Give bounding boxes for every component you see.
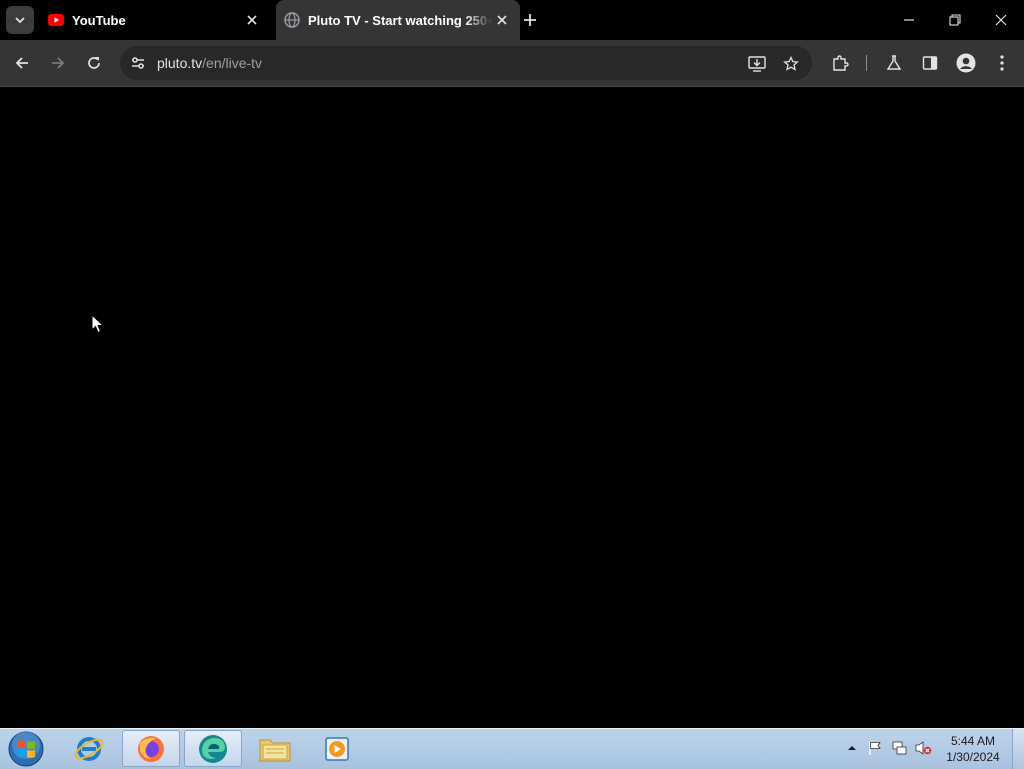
minimize-icon: [904, 19, 914, 21]
tab-search-button[interactable]: [6, 6, 34, 34]
flag-icon: [869, 742, 881, 755]
media-player-icon: [325, 736, 349, 761]
profile-button[interactable]: [952, 49, 980, 77]
speaker-muted-icon: [915, 741, 932, 755]
reload-button[interactable]: [80, 49, 108, 77]
plus-icon: [524, 14, 536, 26]
show-desktop-button[interactable]: [1012, 729, 1024, 769]
url-host: pluto.tv: [157, 55, 203, 71]
network-icon: [892, 741, 907, 755]
labs-button[interactable]: [880, 49, 908, 77]
file-explorer-icon: [259, 739, 291, 761]
page-content: [0, 87, 1024, 728]
clock-date: 1/30/2024: [946, 750, 1000, 764]
url-text[interactable]: pluto.tv/en/live-tv: [157, 55, 262, 71]
taskbar-clock[interactable]: 5:44 AM 1/30/2024: [934, 733, 1012, 765]
bookmark-star-icon[interactable]: [780, 53, 802, 75]
close-icon: [995, 14, 1007, 26]
tab-title: YouTube: [72, 12, 126, 28]
flask-icon: [886, 55, 902, 70]
volume-tray[interactable]: [914, 739, 932, 757]
tab-title: Pluto TV - Start watching 250+: [308, 12, 492, 28]
youtube-icon: [48, 12, 64, 28]
new-tab-button[interactable]: [518, 8, 542, 32]
arrow-left-icon: [15, 57, 28, 69]
taskbar: 5:44 AM 1/30/2024: [0, 728, 1024, 769]
address-bar[interactable]: pluto.tv/en/live-tv: [120, 46, 812, 80]
forward-button[interactable]: [44, 49, 72, 77]
taskbar-firefox[interactable]: [122, 730, 180, 767]
windows-logo-icon: [8, 731, 44, 767]
tab-strip: YouTube Pluto TV - Start watching 250+: [0, 0, 1024, 40]
edge-icon: [199, 734, 227, 763]
mouse-cursor-icon: [91, 314, 104, 334]
more-vertical-icon: [1000, 55, 1004, 71]
restore-button[interactable]: [932, 0, 978, 40]
close-tab-icon[interactable]: [492, 10, 512, 30]
install-app-icon[interactable]: [746, 53, 768, 75]
firefox-icon: [138, 735, 164, 762]
taskbar-file-explorer[interactable]: [246, 730, 304, 767]
globe-icon: [284, 12, 300, 28]
toolbar-separator: [866, 55, 867, 71]
action-center-tray[interactable]: [866, 739, 884, 757]
show-hidden-icons-button[interactable]: [843, 739, 861, 757]
restore-icon: [949, 14, 961, 26]
menu-button[interactable]: [988, 49, 1016, 77]
tab-youtube[interactable]: YouTube: [40, 0, 270, 40]
internet-explorer-icon: [74, 736, 104, 761]
taskbar-internet-explorer[interactable]: [60, 730, 118, 767]
back-button[interactable]: [8, 49, 36, 77]
taskbar-edge[interactable]: [184, 730, 242, 767]
url-path: /en/live-tv: [202, 55, 263, 71]
browser-toolbar: pluto.tv/en/live-tv: [0, 40, 1024, 87]
start-button[interactable]: [6, 731, 46, 767]
extensions-button[interactable]: [826, 49, 854, 77]
side-panel-button[interactable]: [916, 49, 944, 77]
reload-icon: [88, 57, 100, 69]
close-window-button[interactable]: [978, 0, 1024, 40]
chevron-up-icon: [848, 746, 856, 750]
close-tab-icon[interactable]: [242, 10, 262, 30]
taskbar-media-player[interactable]: [308, 730, 366, 767]
tab-pluto-tv[interactable]: Pluto TV - Start watching 250+: [276, 0, 520, 40]
chevron-down-icon: [15, 17, 25, 24]
puzzle-icon: [833, 55, 849, 71]
minimize-button[interactable]: [886, 0, 932, 40]
network-tray[interactable]: [890, 739, 908, 757]
arrow-right-icon: [52, 57, 65, 69]
site-settings-icon[interactable]: [128, 53, 148, 73]
side-panel-icon: [922, 56, 938, 70]
clock-time: 5:44 AM: [950, 734, 996, 748]
profile-avatar-icon: [956, 53, 976, 73]
